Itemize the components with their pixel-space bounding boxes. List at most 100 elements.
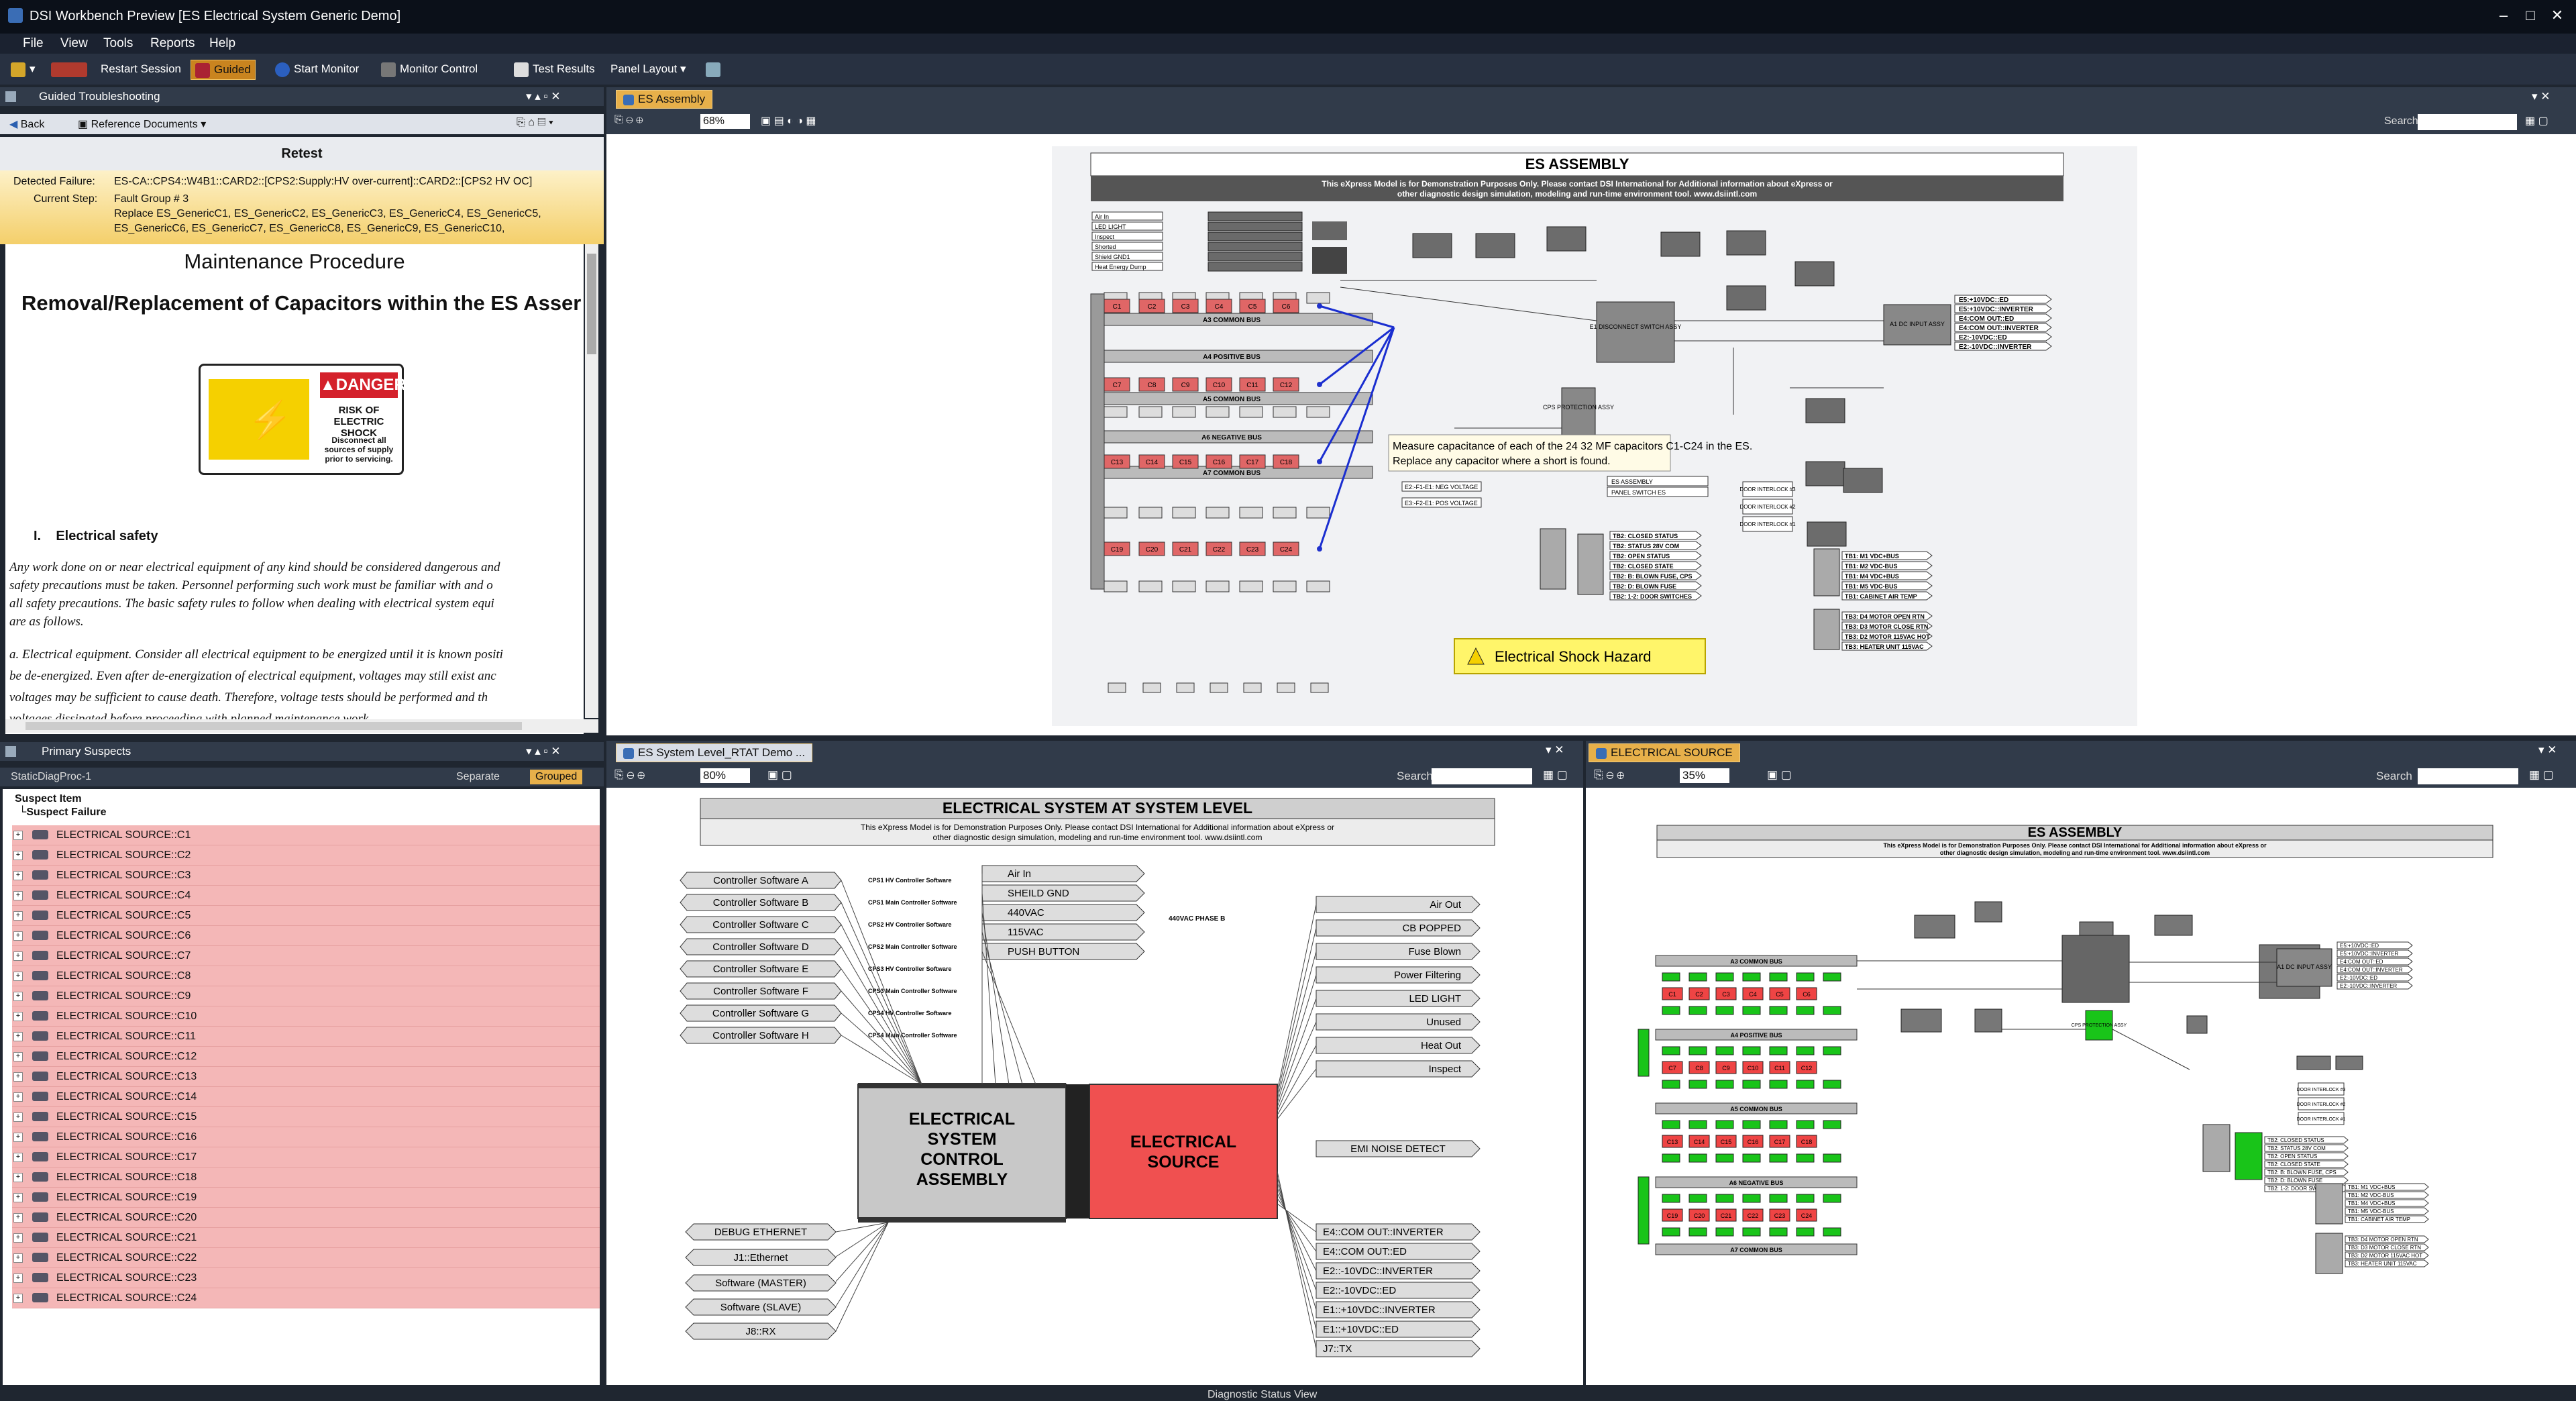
es-assembly-diagram[interactable]: ES ASSEMBLY This eXpress Model is for Dem… — [1052, 146, 2137, 726]
minimize-button[interactable]: – — [2490, 5, 2517, 25]
source-diagram[interactable]: ES ASSEMBLY This eXpress Model is for Dem… — [1586, 788, 2576, 1385]
panel-menu-icon[interactable]: ▾ ✕ — [2538, 743, 2557, 757]
suspect-row[interactable]: + ELECTRICAL SOURCE::C6 — [12, 926, 600, 946]
suspect-row[interactable]: + ELECTRICAL SOURCE::C21 — [12, 1228, 600, 1248]
search-input[interactable] — [2418, 114, 2517, 130]
view-tools-icon[interactable]: ▣ ▢ — [767, 768, 792, 782]
retest-bar[interactable]: Retest — [0, 137, 604, 171]
suspect-row[interactable]: + ELECTRICAL SOURCE::C7 — [12, 946, 600, 966]
test-results-button[interactable]: Test Results — [510, 60, 599, 79]
close-window-button[interactable]: ✕ — [2544, 5, 2571, 25]
zoom-field[interactable]: 35% — [1680, 768, 1729, 783]
menu-help[interactable]: Help — [209, 36, 235, 51]
doc-horizontal-scrollbar[interactable] — [5, 719, 598, 733]
panel-menu-icon[interactable]: ▾ ✕ — [2532, 90, 2551, 103]
reference-documents-button[interactable]: ▣ Reference Documents ▾ — [78, 117, 206, 131]
expand-icon[interactable]: + — [13, 1253, 23, 1263]
search-input[interactable] — [1432, 768, 1532, 784]
suspect-row[interactable]: + ELECTRICAL SOURCE::C15 — [12, 1107, 600, 1127]
panel-menu-icon[interactable]: ▾ ✕ — [1546, 743, 1564, 757]
expand-icon[interactable]: + — [13, 871, 23, 880]
expand-icon[interactable]: + — [13, 1213, 23, 1223]
start-monitor-button[interactable]: Start Monitor — [271, 60, 363, 79]
expand-icon[interactable]: + — [13, 972, 23, 981]
suspect-row[interactable]: + ELECTRICAL SOURCE::C24 — [12, 1288, 600, 1308]
menu-tools[interactable]: Tools — [103, 36, 133, 51]
zoom-tools-icon[interactable]: ⎘ ⊖ ⊕ — [614, 768, 645, 782]
panel-layout-button[interactable]: Panel Layout ▾ — [606, 60, 690, 79]
suspect-row[interactable]: + ELECTRICAL SOURCE::C11 — [12, 1027, 600, 1047]
expand-icon[interactable]: + — [13, 851, 23, 860]
expand-icon[interactable]: + — [13, 891, 23, 900]
expand-icon[interactable]: + — [13, 1092, 23, 1102]
suspect-row[interactable]: + ELECTRICAL SOURCE::C12 — [12, 1047, 600, 1067]
doc-tools-icon[interactable]: ⎘ ⌂ ▤ ▾ — [517, 117, 553, 129]
zoom-field[interactable]: 80% — [700, 768, 750, 783]
suspect-row[interactable]: + ELECTRICAL SOURCE::C1 — [12, 825, 600, 845]
search-options-icon[interactable]: ▦ ▢ — [2529, 768, 2554, 782]
suspect-row[interactable]: + ELECTRICAL SOURCE::C9 — [12, 986, 600, 1006]
logo-icon[interactable]: ▾ — [7, 60, 40, 79]
search-input[interactable] — [2418, 768, 2518, 784]
expand-icon[interactable]: + — [13, 1233, 23, 1243]
expand-icon[interactable]: + — [13, 1153, 23, 1162]
expand-icon[interactable]: + — [13, 1133, 23, 1142]
monitor-control-button[interactable]: Monitor Control — [377, 60, 482, 79]
expand-icon[interactable]: + — [13, 931, 23, 941]
suspect-row[interactable]: + ELECTRICAL SOURCE::C17 — [12, 1147, 600, 1168]
zoom-tools-icon[interactable]: ⎘ ⊖ ⊕ — [614, 114, 643, 126]
back-button[interactable]: ◀ Back — [9, 117, 44, 131]
suspect-row[interactable]: + ELECTRICAL SOURCE::C14 — [12, 1087, 600, 1107]
doc-vertical-scrollbar[interactable] — [585, 244, 598, 718]
suspect-row[interactable]: + ELECTRICAL SOURCE::C2 — [12, 845, 600, 866]
suspect-row[interactable]: + ELECTRICAL SOURCE::C20 — [12, 1208, 600, 1228]
suspect-row[interactable]: + ELECTRICAL SOURCE::C22 — [12, 1248, 600, 1268]
search-options-icon[interactable]: ▦ ▢ — [1543, 768, 1568, 782]
menu-reports[interactable]: Reports — [150, 36, 195, 51]
expand-icon[interactable]: + — [13, 951, 23, 961]
tab-system-level[interactable]: ES System Level_RTAT Demo ... — [616, 743, 813, 762]
tab-es-assembly[interactable]: ES Assembly — [616, 90, 713, 109]
tab-electrical-source[interactable]: ELECTRICAL SOURCE — [1589, 743, 1740, 762]
panel-menu-icon[interactable]: ▾ ▴ ▫ ✕ — [526, 742, 561, 761]
expand-icon[interactable]: + — [13, 911, 23, 921]
suspect-row[interactable]: + ELECTRICAL SOURCE::C4 — [12, 886, 600, 906]
suspect-row[interactable]: + ELECTRICAL SOURCE::C18 — [12, 1168, 600, 1188]
grouped-button[interactable]: Grouped — [530, 770, 583, 784]
layout-icon[interactable] — [47, 60, 95, 79]
view-tools-icon[interactable]: ▣ ▤ ◐ ◑ ▦ — [761, 114, 816, 127]
expand-icon[interactable]: + — [13, 1052, 23, 1061]
expand-icon[interactable]: + — [13, 1173, 23, 1182]
guided-button[interactable]: Guided — [191, 60, 256, 80]
zoom-tools-icon[interactable]: ⎘ ⊖ ⊕ — [1594, 768, 1624, 782]
maximize-button[interactable]: □ — [2517, 5, 2544, 25]
expand-icon[interactable]: + — [13, 831, 23, 840]
suspect-row[interactable]: + ELECTRICAL SOURCE::C13 — [12, 1067, 600, 1087]
suspect-row[interactable]: + ELECTRICAL SOURCE::C8 — [12, 966, 600, 986]
expand-icon[interactable]: + — [13, 1072, 23, 1082]
expand-icon[interactable]: + — [13, 1012, 23, 1021]
zoom-field[interactable]: 68% — [700, 114, 750, 129]
search-options-icon[interactable]: ▦ ▢ — [2525, 114, 2548, 127]
separate-button[interactable]: Separate — [456, 768, 500, 786]
suspect-row[interactable]: + ELECTRICAL SOURCE::C23 — [12, 1268, 600, 1288]
expand-icon[interactable]: + — [13, 1032, 23, 1041]
restart-session-button[interactable]: Restart Session — [97, 60, 185, 79]
system-diagram[interactable]: ELECTRICAL SYSTEM AT SYSTEM LEVEL This eX… — [606, 788, 1583, 1385]
menu-file[interactable]: File — [23, 36, 44, 51]
suspect-row[interactable]: + ELECTRICAL SOURCE::C19 — [12, 1188, 600, 1208]
diagnostic-status-view[interactable]: Diagnostic Status View — [1208, 1389, 1317, 1401]
suspect-row[interactable]: + ELECTRICAL SOURCE::C5 — [12, 906, 600, 926]
suspect-row[interactable]: + ELECTRICAL SOURCE::C16 — [12, 1127, 600, 1147]
electrical-source-block[interactable] — [1089, 1084, 1278, 1219]
panel-menu-icon[interactable]: ▾ ▴ ▫ ✕ — [526, 87, 561, 106]
settings-icon[interactable] — [702, 60, 729, 79]
expand-icon[interactable]: + — [13, 1112, 23, 1122]
expand-icon[interactable]: + — [13, 992, 23, 1001]
suspect-row[interactable]: + ELECTRICAL SOURCE::C3 — [12, 866, 600, 886]
menu-view[interactable]: View — [60, 36, 88, 51]
expand-icon[interactable]: + — [13, 1294, 23, 1303]
expand-icon[interactable]: + — [13, 1274, 23, 1283]
view-tools-icon[interactable]: ▣ ▢ — [1767, 768, 1792, 782]
expand-icon[interactable]: + — [13, 1193, 23, 1202]
